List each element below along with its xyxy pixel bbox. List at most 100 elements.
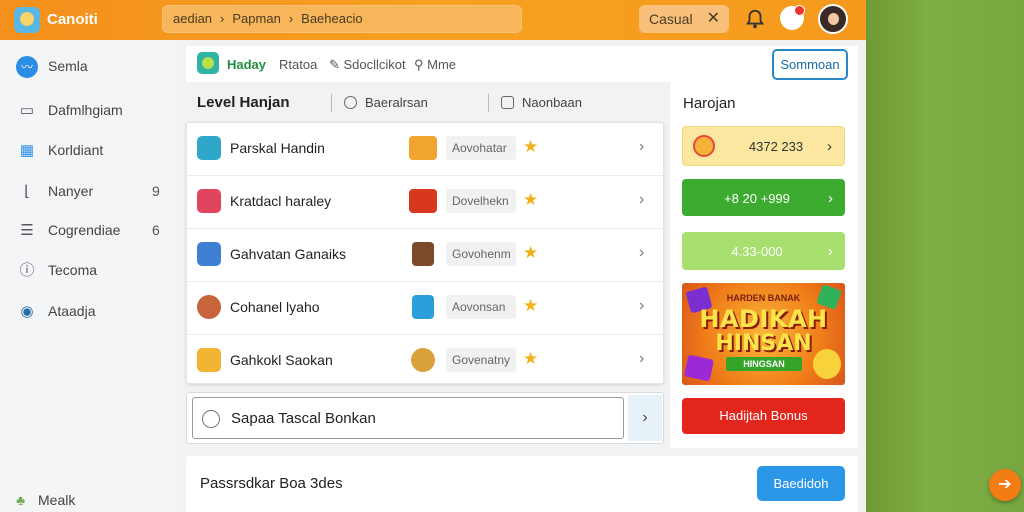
brand-label[interactable]: Haday: [227, 57, 266, 72]
app-window: Canoiti aedian › Papman › Baeheacio Casual ✕…: [0, 0, 866, 512]
star-icon[interactable]: ★: [523, 190, 538, 210]
bell-icon[interactable]: [744, 8, 766, 30]
sidebar-item-label: Tecoma: [48, 262, 98, 278]
activity-icon: 〰: [16, 56, 38, 78]
chevron-right-icon[interactable]: ›: [639, 138, 644, 156]
breadcrumb[interactable]: aedian › Papman › Baeheacio: [162, 5, 522, 33]
sidebar-item-ataadja[interactable]: ◉ Ataadja: [0, 295, 176, 327]
list-item[interactable]: Gahkokl Saokan Govenatny ★ ›: [187, 335, 663, 388]
bracket-icon: ⌊: [24, 183, 30, 200]
pen-icon: ✎: [329, 57, 344, 72]
bottom-card-title: Passrsdkar Boa 3des: [200, 475, 343, 492]
toolbar-link-label: Mme: [427, 57, 457, 72]
chevron-right-icon[interactable]: ›: [639, 350, 644, 368]
breadcrumb-item[interactable]: Baeheacio: [301, 11, 362, 26]
calendar-icon: ▦: [19, 142, 35, 159]
chevron-right-icon[interactable]: ›: [639, 244, 644, 262]
avatar[interactable]: [818, 4, 848, 34]
list-item-tag: Govohenm: [446, 242, 516, 266]
toolbar-link[interactable]: ⚲ Mme: [414, 57, 456, 73]
sidebar-item-dafmlhgiam[interactable]: ▭ Dafmlhgiam: [0, 94, 176, 126]
sidebar: 〰 Semla ▭ Dafmlhgiam ▦ Korldiant ⌊ Nanye…: [0, 40, 176, 512]
plant-icon: ♣: [16, 492, 26, 508]
sidebar-item-nanyer[interactable]: ⌊ Nanyer 9: [0, 175, 176, 207]
list-item-tag: Dovelhekn: [446, 189, 516, 213]
sidebar-item-count: 9: [152, 183, 160, 199]
promo-line-3: HINSAN: [715, 331, 812, 356]
bonus-button[interactable]: Hadijtah Bonus: [682, 398, 845, 434]
toolbar-link[interactable]: ✎ Sdocllcikot: [329, 57, 406, 73]
breadcrumb-item[interactable]: aedian: [173, 11, 212, 26]
right-panel-title: Harojan: [683, 95, 736, 112]
dot-icon: ◉: [20, 303, 34, 320]
star-icon[interactable]: ★: [523, 137, 538, 157]
tab-baeralrsan[interactable]: Baeralrsan: [344, 95, 428, 110]
divider: [331, 94, 332, 112]
list-item-name: Gahvatan Ganaiks: [230, 246, 346, 262]
close-icon[interactable]: ✕: [707, 5, 720, 33]
star-icon[interactable]: ★: [523, 296, 538, 316]
search-submit-button[interactable]: ›: [628, 395, 662, 441]
sidebar-item-tecoma[interactable]: ⓘ Tecoma: [0, 254, 176, 286]
reward-button-3[interactable]: 4.33-000 ›: [682, 232, 845, 270]
sidebar-item-label: Ataadja: [48, 303, 96, 319]
sidebar-item-label: Nanyer: [48, 183, 94, 199]
game-icon: [197, 295, 221, 319]
breadcrumb-separator: ›: [288, 11, 294, 26]
candy-icon: [683, 354, 715, 382]
bottom-card-button[interactable]: Baedidoh: [757, 466, 845, 501]
floating-action-button[interactable]: ➔: [989, 469, 1021, 501]
breadcrumb-separator: ›: [220, 11, 225, 26]
toolbar-link-label: Sdocllcikot: [343, 57, 406, 72]
reward-button-1[interactable]: 4372 233 ›: [682, 126, 845, 166]
list-item-tag: Govenatny: [446, 348, 516, 372]
breadcrumb-item[interactable]: Papman: [232, 11, 280, 26]
badge-icon: [411, 348, 435, 372]
sidebar-footer-label: Mealk: [38, 492, 76, 508]
star-icon[interactable]: ★: [523, 243, 538, 263]
list-item[interactable]: Parskal Handin Aovohatar ★ ›: [187, 123, 663, 176]
chevron-right-icon[interactable]: ›: [639, 297, 644, 315]
search-input[interactable]: Sapaa Tascal Bonkan: [192, 397, 624, 439]
toolbar-link[interactable]: Rtatoa: [279, 57, 317, 72]
sidebar-item-label: Dafmlhgiam: [48, 102, 123, 118]
list-item[interactable]: Gahvatan Ganaiks Govohenm ★ ›: [187, 229, 663, 282]
sidebar-item-cogrendiae[interactable]: ☰ Cogrendiae 6: [0, 214, 176, 246]
app-title: Canoiti: [47, 11, 98, 28]
bottom-card: Passrsdkar Boa 3des Baedidoh: [186, 456, 858, 512]
badge-icon: [409, 189, 437, 213]
circle-icon: [344, 96, 357, 109]
brand-logo-icon: [197, 52, 219, 74]
app-logo-icon[interactable]: [14, 7, 40, 33]
info-icon: ⓘ: [19, 262, 35, 279]
level-panel-title: Level Hanjan: [197, 94, 290, 111]
sidebar-item-label: Korldiant: [48, 142, 104, 158]
filter-chip[interactable]: Casual ✕: [639, 5, 729, 33]
reward-button-2[interactable]: +8 20 +999 ›: [682, 179, 845, 216]
star-icon[interactable]: ★: [523, 349, 538, 369]
list-item-name: Kratdacl haraley: [230, 193, 332, 209]
top-bar: Canoiti aedian › Papman › Baeheacio Casual ✕: [0, 0, 866, 40]
game-icon: [197, 242, 221, 266]
sidebar-footer[interactable]: ♣ Mealk: [16, 492, 75, 508]
clock-icon: [501, 96, 514, 109]
reward-button-label: 4.33-000: [731, 244, 783, 259]
reward-button-label: +8 20 +999: [724, 191, 790, 206]
sidebar-item-korldiant[interactable]: ▦ Korldiant: [0, 134, 176, 166]
list-item-name: Gahkokl Saokan: [230, 352, 333, 368]
list-item[interactable]: Cohanel lyaho Aovonsan ★ ›: [187, 282, 663, 335]
toolbar: Haday Rtatoa ✎ Sdocllcikot ⚲ Mme Sommoan: [186, 46, 858, 82]
notification-icon[interactable]: [780, 5, 805, 30]
search-icon: ⚲: [414, 57, 428, 72]
search-row: Sapaa Tascal Bonkan ›: [186, 392, 664, 444]
search-icon: [202, 410, 220, 428]
tab-naonbaan[interactable]: Naonbaan: [501, 95, 582, 110]
sidebar-item-semla[interactable]: 〰 Semla: [0, 50, 176, 82]
promo-banner[interactable]: HARDEN BANAK HADIKAH HINSAN HINGSAN: [682, 283, 845, 385]
list-item[interactable]: Kratdacl haraley Dovelhekn ★ ›: [187, 176, 663, 229]
sidebar-item-count: 6: [152, 222, 160, 238]
toolbar-action-button[interactable]: Sommoan: [772, 49, 848, 80]
chevron-right-icon[interactable]: ›: [639, 191, 644, 209]
badge-icon: [412, 242, 434, 266]
sidebar-item-label: Cogrendiae: [48, 222, 121, 238]
